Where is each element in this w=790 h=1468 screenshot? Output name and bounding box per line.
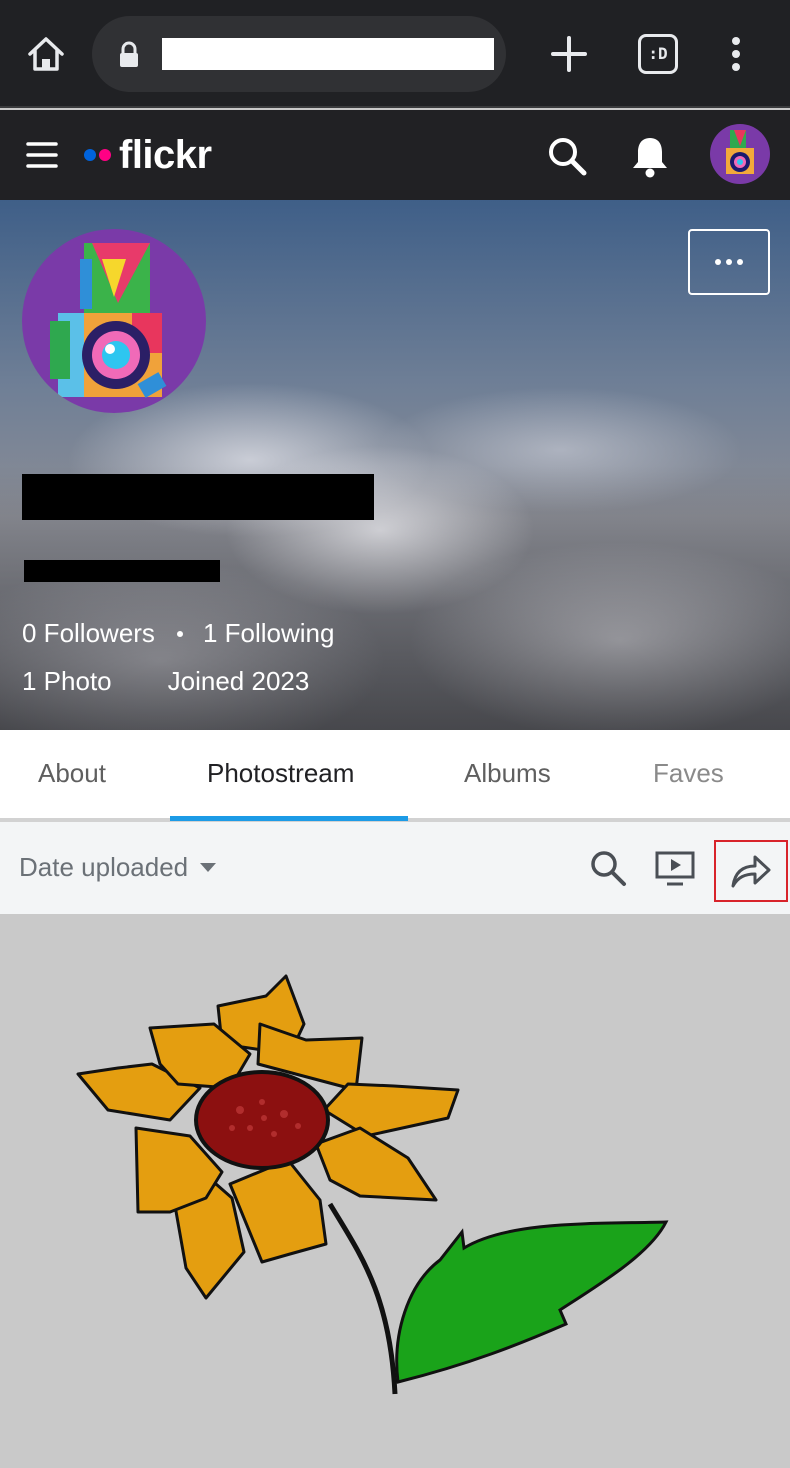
address-bar[interactable] — [92, 16, 506, 92]
logo-text: flickr — [119, 132, 212, 177]
active-tab-indicator — [170, 816, 408, 821]
tab-albums[interactable]: Albums — [464, 758, 551, 789]
bullet-separator — [176, 630, 183, 637]
sunflower-drawing — [76, 974, 669, 1395]
tab-switcher-button[interactable]: :D — [638, 34, 678, 74]
tab-faves[interactable]: Faves — [653, 758, 724, 789]
profile-name-redacted — [22, 474, 374, 520]
joined-date: Joined 2023 — [167, 666, 310, 696]
share-arrow-icon — [731, 855, 771, 888]
camera-avatar-art — [50, 243, 167, 398]
profile-avatar[interactable] — [22, 229, 206, 413]
site-header: flickr — [0, 110, 790, 200]
follow-stats: 0 Followers 1 Following — [22, 618, 334, 649]
home-icon[interactable] — [24, 32, 68, 76]
search-icon[interactable] — [588, 848, 628, 888]
photo-count: 1 Photo — [22, 666, 112, 696]
avatar[interactable] — [710, 124, 770, 184]
more-vertical-icon[interactable] — [720, 34, 752, 74]
tab-about[interactable]: About — [38, 758, 106, 789]
url-redacted — [162, 38, 494, 70]
more-options-button[interactable] — [688, 229, 770, 295]
flickr-logo[interactable]: flickr — [84, 130, 212, 180]
bell-icon[interactable] — [628, 132, 672, 180]
logo-dot-blue — [84, 149, 96, 161]
profile-cover: 0 Followers 1 Following 1 Photo Joined 2… — [0, 200, 790, 730]
camera-avatar-art — [726, 130, 754, 174]
slideshow-icon[interactable] — [654, 850, 696, 888]
logo-dot-pink — [99, 149, 111, 161]
photo-thumbnail[interactable] — [0, 914, 790, 1468]
browser-toolbar: :D — [0, 0, 790, 108]
profile-tabs: About Photostream Albums Faves — [0, 730, 790, 822]
menu-icon[interactable] — [26, 140, 58, 170]
profile-meta: 1 Photo Joined 2023 — [22, 666, 309, 697]
more-dot — [737, 259, 743, 265]
lock-icon — [120, 41, 138, 67]
chevron-down-icon — [200, 863, 217, 872]
tab-photostream[interactable]: Photostream — [207, 758, 354, 789]
following-count[interactable]: 1 Following — [203, 618, 335, 649]
followers-count[interactable]: 0 Followers — [22, 618, 155, 649]
sort-label: Date uploaded — [19, 852, 189, 882]
profile-handle-redacted — [24, 560, 220, 582]
sort-dropdown[interactable]: Date uploaded — [19, 852, 217, 883]
photostream-toolbar: Date uploaded — [0, 822, 790, 914]
new-tab-plus-icon[interactable] — [545, 30, 593, 78]
more-dot — [726, 259, 732, 265]
search-icon[interactable] — [545, 134, 589, 178]
more-dot — [715, 259, 721, 265]
share-button[interactable] — [714, 840, 788, 902]
